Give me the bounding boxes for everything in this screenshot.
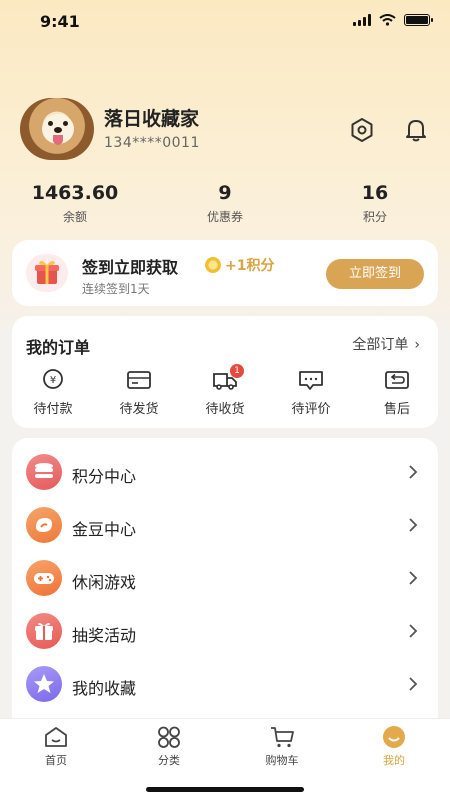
menu-item-label: 积分中心 [72, 467, 137, 486]
gamepad-icon [26, 560, 62, 596]
category-icon [158, 726, 180, 748]
checkin-streak: 连续签到1天 [82, 282, 150, 296]
order-label: 售后 [383, 402, 410, 417]
checkin-card: 签到立即获取 +1积分 连续签到1天 立即签到 [12, 240, 438, 306]
tab-label: 分类 [158, 754, 180, 767]
bean-icon [26, 507, 62, 543]
return-icon [385, 371, 409, 389]
menu-item-lottery[interactable]: 抽奖活动 [12, 605, 438, 658]
tab-label: 我的 [383, 754, 405, 767]
stat-points[interactable]: 16 积分 [315, 182, 435, 225]
checkin-button[interactable]: 立即签到 [326, 259, 424, 289]
coin-icon [205, 257, 221, 273]
tab-category[interactable]: 分类 [129, 725, 209, 768]
order-label: 待评价 [291, 402, 331, 417]
tab-mine[interactable]: 我的 [354, 725, 434, 768]
tab-home[interactable]: 首页 [16, 725, 96, 768]
payment-icon: ¥ [43, 369, 63, 389]
chevron-right-icon [409, 624, 418, 638]
chevron-right-icon: › [414, 337, 420, 353]
star-icon [26, 666, 62, 702]
tab-label: 首页 [45, 754, 67, 767]
avatar[interactable] [20, 98, 94, 160]
order-label: 待付款 [33, 402, 73, 417]
user-phone: 134****0011 [104, 135, 200, 151]
menu-item-label: 我的收藏 [72, 679, 137, 698]
account-stats: 1463.60 余额 9 优惠券 16 积分 [0, 182, 450, 230]
svg-text:¥: ¥ [50, 375, 56, 386]
menu-item-favorites[interactable]: 我的收藏 [12, 658, 438, 711]
points-stack-icon [26, 454, 62, 490]
chevron-right-icon [409, 571, 418, 585]
stat-coupons[interactable]: 9 优惠券 [165, 182, 285, 225]
menu-item-points-center[interactable]: 积分中心 [12, 446, 438, 499]
orders-card: 我的订单 全部订单 › ¥ 待付款 待发货 1 待收货 待评价 售后 [12, 316, 438, 428]
order-count-badge: 1 [230, 364, 244, 378]
order-pending-payment[interactable]: ¥ 待付款 [18, 368, 88, 417]
user-nickname[interactable]: 落日收藏家 [104, 104, 199, 131]
wifi-icon [379, 14, 396, 26]
service-menu: 积分中心 金豆中心 休闲游戏 抽奖活动 我的收藏 [12, 438, 438, 728]
checkin-title: 签到立即获取 [82, 258, 179, 277]
gift-box-icon [26, 254, 68, 292]
order-pending-review[interactable]: 待评价 [276, 368, 346, 417]
status-icons [353, 14, 433, 26]
order-after-sales[interactable]: 售后 [362, 368, 432, 417]
status-time: 9:41 [40, 12, 80, 31]
checkin-reward: +1积分 [225, 258, 275, 274]
order-pending-shipment[interactable]: 待发货 [104, 368, 174, 417]
order-label: 待发货 [119, 402, 159, 417]
all-orders-label: 全部订单 [352, 337, 409, 353]
all-orders-link[interactable]: 全部订单 › [352, 334, 420, 354]
menu-item-label: 金豆中心 [72, 520, 137, 539]
box-icon [127, 371, 151, 389]
cart-icon [271, 727, 294, 748]
order-label: 待收货 [205, 402, 245, 417]
status-bar: 9:41 [0, 0, 450, 44]
comment-icon [299, 371, 323, 390]
chevron-right-icon [409, 465, 418, 479]
profile-header: 落日收藏家 134****0011 [20, 98, 430, 160]
gift-icon [26, 613, 62, 649]
tab-label: 购物车 [265, 754, 299, 767]
profile-face-icon [383, 726, 405, 748]
battery-icon [404, 14, 433, 26]
tab-cart[interactable]: 购物车 [242, 725, 322, 768]
menu-item-label: 抽奖活动 [72, 626, 137, 645]
chevron-right-icon [409, 518, 418, 532]
signal-icon [353, 14, 371, 26]
bell-icon[interactable] [402, 116, 430, 144]
orders-title: 我的订单 [26, 338, 91, 357]
home-indicator [146, 787, 304, 792]
menu-item-bean-center[interactable]: 金豆中心 [12, 499, 438, 552]
menu-item-label: 休闲游戏 [72, 573, 137, 592]
chevron-right-icon [409, 677, 418, 691]
stat-balance[interactable]: 1463.60 余额 [15, 182, 135, 225]
menu-item-casual-games[interactable]: 休闲游戏 [12, 552, 438, 605]
settings-icon[interactable] [348, 116, 376, 144]
order-pending-receipt[interactable]: 1 待收货 [190, 364, 260, 417]
home-icon [45, 727, 67, 747]
